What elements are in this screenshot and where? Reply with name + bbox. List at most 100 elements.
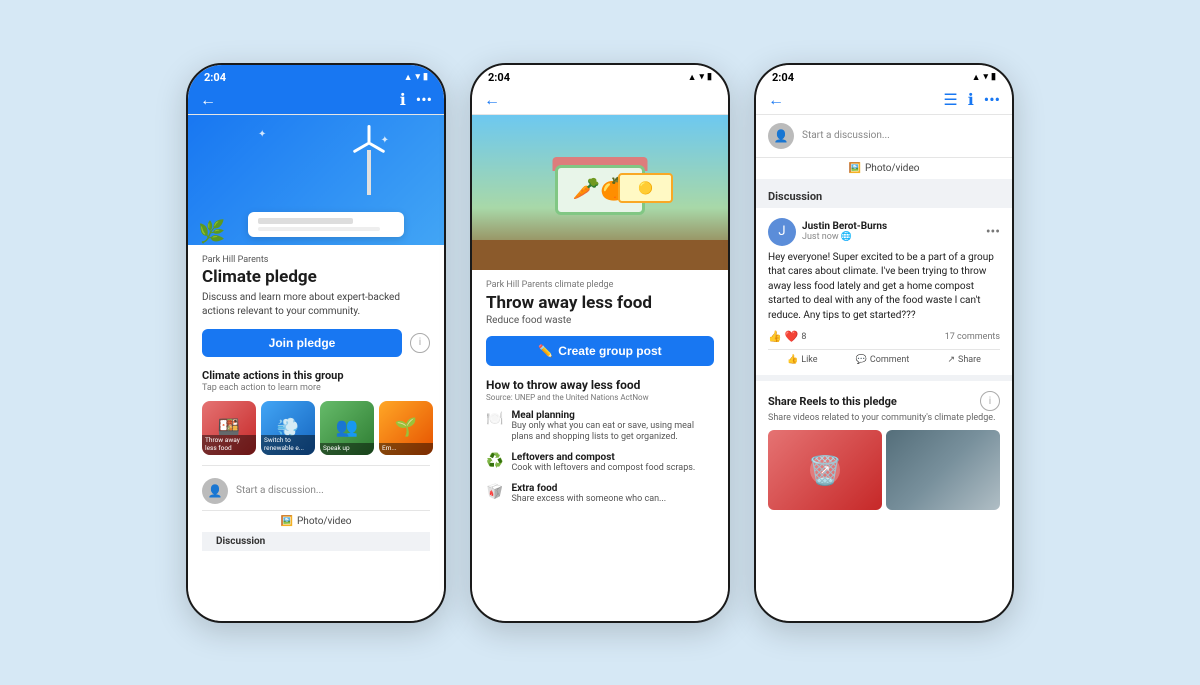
nav-bar-3: ← ☰ ℹ ••• bbox=[756, 86, 1012, 115]
phone2-hero: 🥕🍊 🟡 bbox=[472, 115, 728, 270]
share-button[interactable]: ↗ Share bbox=[947, 355, 980, 365]
photo-icon-1: 🖼️ bbox=[281, 516, 293, 527]
post-time: Just now 🌐 bbox=[802, 232, 887, 242]
how-to-item-2: 🥡 Extra food Share excess with someone w… bbox=[486, 483, 714, 506]
time-3: 2:04 bbox=[772, 71, 794, 84]
info-circle-1[interactable]: i bbox=[410, 333, 430, 353]
phone3-content: 👤 Start a discussion... 🖼️ Photo/video D… bbox=[756, 115, 1012, 621]
avatar-3: 👤 bbox=[768, 123, 794, 149]
avatar-1: 👤 bbox=[202, 478, 228, 504]
reel-thumb-1[interactable]: 🗑️ ↗ bbox=[768, 430, 882, 510]
battery-icon-3: ▮ bbox=[991, 72, 996, 82]
photo-video-label-3: Photo/video bbox=[865, 163, 919, 174]
info-icon-3[interactable]: ℹ bbox=[968, 90, 974, 109]
group-name-1: Park Hill Parents bbox=[202, 255, 430, 265]
more-icon-3[interactable]: ••• bbox=[984, 90, 1000, 109]
extra-food-title: Extra food bbox=[511, 483, 666, 494]
pledge-title-1: Climate pledge bbox=[202, 267, 430, 287]
phone1-content: Park Hill Parents Climate pledge Discuss… bbox=[188, 245, 444, 621]
post-input-area: 👤 Start a discussion... bbox=[756, 115, 1012, 158]
phone1-hero: 🌿 ✦ ✦ bbox=[188, 115, 444, 245]
reactions-left: 👍 ❤️ 8 bbox=[768, 330, 806, 343]
time-1: 2:04 bbox=[204, 71, 226, 84]
climate-actions-title: Climate actions in this group bbox=[202, 369, 430, 382]
action-title-2: Throw away less food bbox=[486, 293, 714, 313]
tile-energy[interactable]: 💨 Switch to renewable e... bbox=[261, 401, 315, 455]
action-subtitle-2: Reduce food waste bbox=[486, 315, 714, 326]
share-label: Share bbox=[958, 355, 981, 365]
tile-speak[interactable]: 👥 Speak up bbox=[320, 401, 374, 455]
table-surface bbox=[472, 240, 728, 270]
create-post-label: Create group post bbox=[558, 344, 661, 358]
tile-speak-label: Speak up bbox=[320, 443, 374, 455]
wifi-icon-3: ▾ bbox=[984, 72, 989, 82]
menu-icon-3[interactable]: ☰ bbox=[943, 90, 957, 109]
photo-video-btn-1[interactable]: 🖼️ Photo/video bbox=[202, 510, 430, 532]
like-reaction: 👍 bbox=[768, 330, 782, 343]
tile-em[interactable]: 🌱 Em... bbox=[379, 401, 433, 455]
phone-1: 2:04 ▲ ▾ ▮ ← ℹ ••• bbox=[186, 63, 446, 623]
signal-icon-3: ▲ bbox=[972, 72, 981, 83]
status-icons-3: ▲ ▾ ▮ bbox=[972, 72, 996, 83]
share-icon: ↗ bbox=[947, 355, 955, 365]
reels-card: Share Reels to this pledge i Share video… bbox=[756, 381, 1012, 510]
reel-bg2 bbox=[886, 430, 1000, 510]
create-post-button[interactable]: ✏️ Create group post bbox=[486, 336, 714, 366]
reactions-row: 👍 ❤️ 8 17 comments bbox=[768, 330, 1000, 343]
how-to-title: How to throw away less food bbox=[486, 378, 714, 392]
extra-food-icon: 🥡 bbox=[486, 484, 503, 500]
tile-food[interactable]: 🍱 Throw away less food bbox=[202, 401, 256, 455]
compost-title: Leftovers and compost bbox=[511, 452, 695, 463]
how-to-source: Source: UNEP and the United Nations ActN… bbox=[486, 393, 714, 402]
tile-food-label: Throw away less food bbox=[202, 435, 256, 455]
comment-button[interactable]: 💬 Comment bbox=[856, 355, 910, 365]
post-card-3: J Justin Berot-Burns Just now 🌐 ••• H bbox=[756, 208, 1012, 382]
divider-1 bbox=[202, 465, 430, 466]
status-bar-1: 2:04 ▲ ▾ ▮ bbox=[188, 65, 444, 86]
phone-3: 2:04 ▲ ▾ ▮ ← ☰ ℹ ••• 👤 Start bbox=[754, 63, 1014, 623]
like-icon: 👍 bbox=[787, 355, 798, 365]
comments-count: 17 comments bbox=[945, 332, 1000, 342]
comment-icon: 💬 bbox=[856, 355, 867, 365]
status-bar-3: 2:04 ▲ ▾ ▮ bbox=[756, 65, 1012, 86]
reels-title: Share Reels to this pledge bbox=[768, 395, 897, 408]
meal-title: Meal planning bbox=[511, 410, 714, 421]
signal-icon-2: ▲ bbox=[688, 72, 697, 83]
phone-2: 2:04 ▲ ▾ ▮ ← 🥕🍊 🟡 Park Hill Parents clim… bbox=[470, 63, 730, 623]
action-bar: 👍 Like 💬 Comment ↗ Share bbox=[768, 349, 1000, 365]
sparkle-1: ✦ bbox=[258, 129, 266, 140]
status-bar-2: 2:04 ▲ ▾ ▮ bbox=[472, 65, 728, 86]
tile-energy-label: Switch to renewable e... bbox=[261, 435, 315, 455]
post-options[interactable]: ••• bbox=[986, 224, 1000, 240]
reels-info-icon[interactable]: i bbox=[980, 391, 1000, 411]
pledge-desc-1: Discuss and learn more about expert-back… bbox=[202, 291, 430, 319]
discussion-input-row-1: 👤 Start a discussion... bbox=[202, 472, 430, 510]
phones-container: 2:04 ▲ ▾ ▮ ← ℹ ••• bbox=[186, 63, 1014, 623]
start-discussion-3[interactable]: Start a discussion... bbox=[802, 130, 890, 141]
comment-label: Comment bbox=[870, 355, 909, 365]
reel-thumb-2[interactable] bbox=[886, 430, 1000, 510]
photo-video-label-1: Photo/video bbox=[297, 516, 351, 527]
photo-video-row-3[interactable]: 🖼️ Photo/video bbox=[756, 158, 1012, 185]
reels-thumbnails: 🗑️ ↗ bbox=[768, 430, 1000, 510]
pledge-sub-2: Park Hill Parents climate pledge bbox=[486, 280, 714, 290]
start-discussion-text-1[interactable]: Start a discussion... bbox=[236, 485, 430, 496]
status-icons-2: ▲ ▾ ▮ bbox=[688, 72, 712, 83]
info-icon-1[interactable]: ℹ bbox=[400, 90, 406, 109]
back-icon-2[interactable]: ← bbox=[484, 90, 500, 110]
back-icon-1[interactable]: ← bbox=[200, 90, 216, 110]
reactions-count: 8 bbox=[801, 332, 806, 342]
more-icon-1[interactable]: ••• bbox=[416, 90, 432, 109]
back-icon-3[interactable]: ← bbox=[768, 90, 784, 110]
how-to-item-1: ♻️ Leftovers and compost Cook with lefto… bbox=[486, 452, 714, 475]
leaves-decoration: 🌿 bbox=[198, 220, 225, 245]
photo-icon-3: 🖼️ bbox=[849, 163, 861, 174]
food-container-small: 🟡 bbox=[618, 173, 673, 203]
like-label: Like bbox=[801, 355, 817, 365]
action-tiles: 🍱 Throw away less food 💨 Switch to renew… bbox=[202, 401, 430, 455]
meal-icon: 🍽️ bbox=[486, 411, 503, 427]
like-button[interactable]: 👍 Like bbox=[787, 355, 818, 365]
discussion-label-1: Discussion bbox=[202, 532, 430, 551]
join-pledge-button[interactable]: Join pledge bbox=[202, 329, 402, 357]
post-author-row: J Justin Berot-Burns Just now 🌐 ••• bbox=[768, 218, 1000, 246]
